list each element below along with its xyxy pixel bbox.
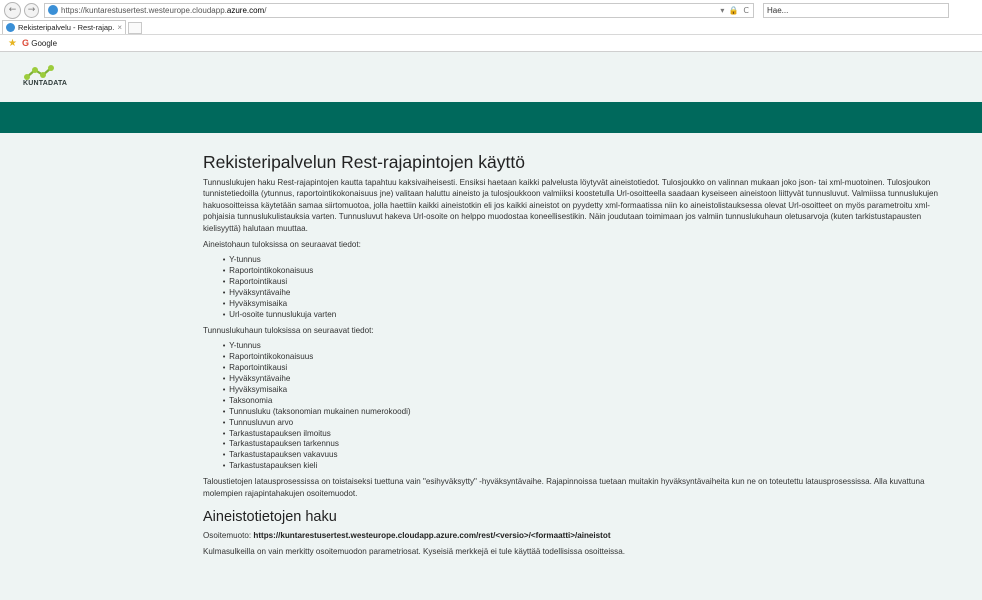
favorites-star-icon[interactable]: ★ (8, 38, 17, 49)
list-item: Raportointikausi (222, 277, 943, 288)
main-content: Rekisteripalvelun Rest-rajapintojen käyt… (203, 151, 943, 563)
list-item: Raportointikausi (222, 363, 943, 374)
list-item: Y-tunnus (222, 255, 943, 266)
intro-paragraph: Tunnuslukujen haku Rest-rajapintojen kau… (203, 178, 938, 233)
back-button[interactable]: ← (4, 1, 21, 19)
new-tab-button[interactable] (128, 22, 142, 34)
favorites-bar: ★ G Google (0, 35, 982, 51)
address-tools-lock-refresh-icon[interactable]: ▾ 🔒 C (720, 6, 750, 15)
address-format-label: Osoitemuoto: (203, 530, 254, 540)
list-item: Raportointikokonaisuus (222, 266, 943, 277)
list-item: Hyväksymisaika (222, 299, 943, 310)
list-item: Y-tunnus (222, 341, 943, 352)
aineisto-list: Y-tunnus Raportointikokonaisuus Raportoi… (222, 255, 943, 320)
tab-favicon-icon (6, 23, 15, 32)
list-item: Tunnusluvun arvo (222, 418, 943, 429)
favorite-google-label: Google (31, 39, 58, 48)
list-item: Hyväksyntävaihe (222, 374, 943, 385)
back-arrow-icon: ← (8, 5, 17, 15)
address-format-line: Osoitemuoto: https://kuntarestusertest.w… (203, 530, 943, 541)
list-item: Tarkastustapauksen kieli (222, 461, 943, 472)
search-input[interactable]: Hae... (763, 2, 949, 18)
tunnusluku-heading: Tunnuslukuhaun tuloksissa on seuraavat t… (203, 325, 374, 335)
closing-paragraph: Taloustietojen latausprosessissa on tois… (203, 477, 925, 498)
url-prefix: https://kuntarestusertest.westeurope.clo… (61, 5, 227, 15)
forward-arrow-icon: → (27, 5, 36, 15)
page-title: Rekisteripalvelun Rest-rajapintojen käyt… (203, 152, 525, 172)
logo-text: KUNTADATA (23, 80, 68, 87)
list-item: Tarkastustapauksen vakavuus (222, 450, 943, 461)
parameter-note: Kulmasulkeilla on vain merkitty osoitemu… (203, 547, 625, 557)
aineisto-heading: Aineistohaun tuloksissa on seuraavat tie… (203, 240, 361, 250)
tab-close-icon[interactable]: × (117, 23, 122, 32)
url-suffix: / (264, 5, 267, 15)
tab-title: Rekisteripalvelu - Rest-rajap... (18, 23, 115, 32)
browser-tab[interactable]: Rekisteripalvelu - Rest-rajap... × (2, 20, 126, 34)
address-format-value: https://kuntarestusertest.westeurope.clo… (253, 530, 611, 540)
section-title-aineistotietojen-haku: Aineistotietojen haku (203, 508, 337, 525)
address-bar[interactable]: https://kuntarestusertest.westeurope.clo… (44, 2, 754, 18)
forward-button[interactable]: → (24, 2, 39, 18)
tunnusluku-list: Y-tunnus Raportointikokonaisuus Raportoi… (222, 341, 943, 472)
list-item: Hyväksyntävaihe (222, 288, 943, 299)
list-item: Taksonomia (222, 396, 943, 407)
favorite-google-link[interactable]: G Google (22, 38, 57, 48)
list-item: Tarkastustapauksen ilmoitus (222, 429, 943, 440)
navigation-bar (0, 102, 982, 133)
site-favicon-icon (48, 5, 58, 15)
tab-strip: Rekisteripalvelu - Rest-rajap... × (0, 20, 982, 35)
list-item: Hyväksymisaika (222, 385, 943, 396)
list-item: Raportointikokonaisuus (222, 352, 943, 363)
address-row: ← → https://kuntarestusertest.westeurope… (0, 0, 982, 20)
kuntadata-logo[interactable]: KUNTADATA (23, 62, 68, 92)
google-icon: G (21, 38, 29, 48)
site-header: KUNTADATA (0, 52, 982, 102)
list-item: Tunnusluku (taksonomian mukainen numerok… (222, 407, 943, 418)
list-item: Tarkastustapauksen tarkennus (222, 439, 943, 450)
logo-mark-icon (24, 65, 54, 80)
url-host: azure.com (226, 5, 265, 15)
search-placeholder: Hae... (767, 5, 789, 15)
list-item: Url-osoite tunnuslukuja varten (222, 310, 943, 321)
browser-chrome: ← → https://kuntarestusertest.westeurope… (0, 0, 982, 52)
